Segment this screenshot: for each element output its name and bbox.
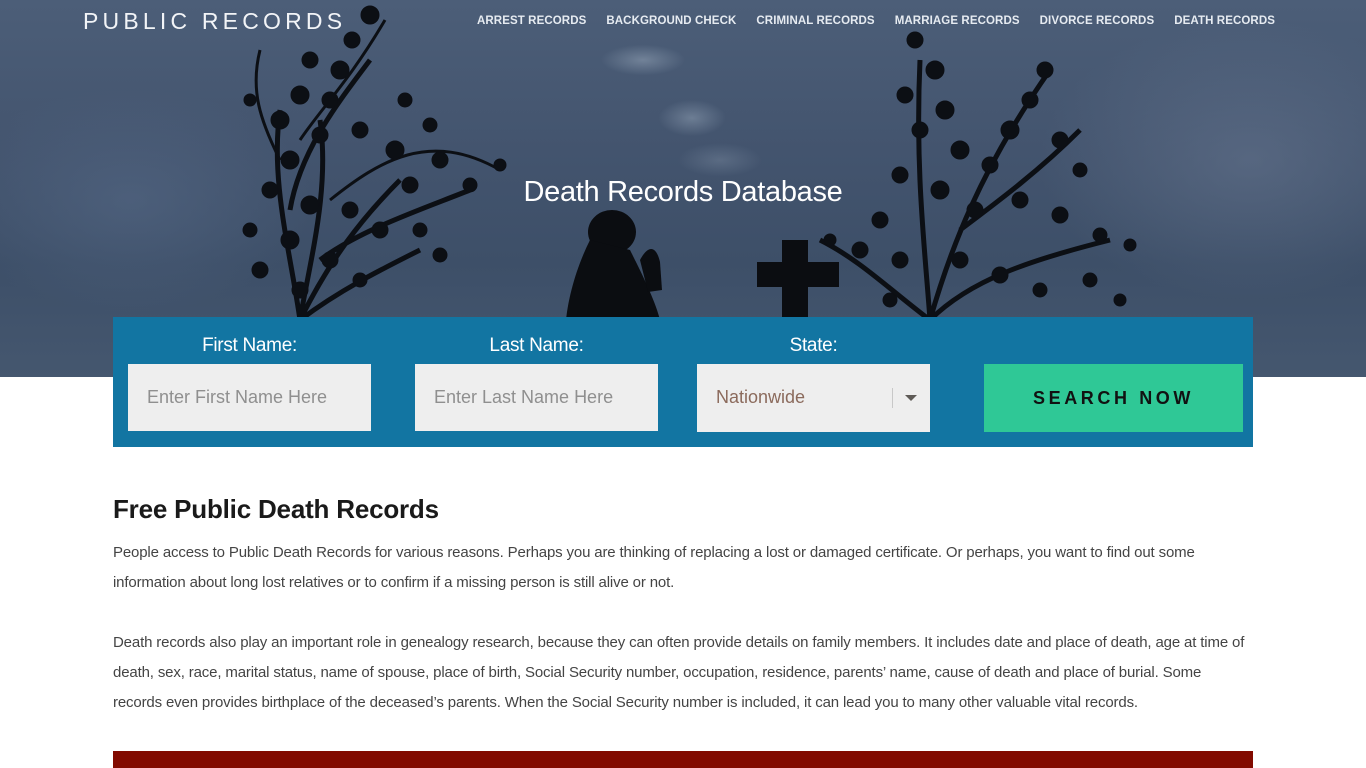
praying-woman-silhouette (566, 210, 662, 320)
nav-arrest-records[interactable]: ARREST RECORDS (467, 15, 596, 27)
last-name-input[interactable] (415, 364, 658, 431)
accent-banner (113, 751, 1253, 768)
select-divider (892, 388, 893, 408)
first-name-label: First Name: (202, 335, 297, 356)
main-nav: ARREST RECORDS BACKGROUND CHECK CRIMINAL… (467, 15, 1275, 27)
nav-death-records[interactable]: DEATH RECORDS (1164, 15, 1275, 27)
article-paragraph-2: Death records also play an important rol… (113, 634, 1245, 711)
nav-marriage-records[interactable]: MARRIAGE RECORDS (885, 15, 1030, 27)
nav-criminal-records[interactable]: CRIMINAL RECORDS (746, 15, 884, 27)
search-now-button[interactable]: SEARCH NOW (984, 364, 1243, 432)
article-heading: Free Public Death Records (113, 494, 439, 524)
search-form: First Name: Last Name: State: Nationwide… (113, 317, 1253, 447)
site-logo[interactable]: PUBLIC RECORDS (83, 8, 346, 35)
left-tree-silhouette (242, 5, 507, 323)
last-name-label: Last Name: (489, 335, 584, 356)
cross-silhouette (757, 240, 839, 320)
nav-divorce-records[interactable]: DIVORCE RECORDS (1030, 15, 1165, 27)
article-section: Free Public Death Records People access … (113, 494, 1253, 718)
hero-title: Death Records Database (523, 176, 843, 208)
state-selected-value: Nationwide (716, 387, 806, 407)
state-label: State: (789, 335, 838, 356)
first-name-input[interactable] (128, 364, 371, 431)
chevron-down-icon[interactable] (905, 395, 917, 401)
article-paragraph-1: People access to Public Death Records fo… (113, 544, 1195, 591)
nav-background-check[interactable]: BACKGROUND CHECK (596, 15, 746, 27)
state-select[interactable]: Nationwide (697, 364, 930, 432)
